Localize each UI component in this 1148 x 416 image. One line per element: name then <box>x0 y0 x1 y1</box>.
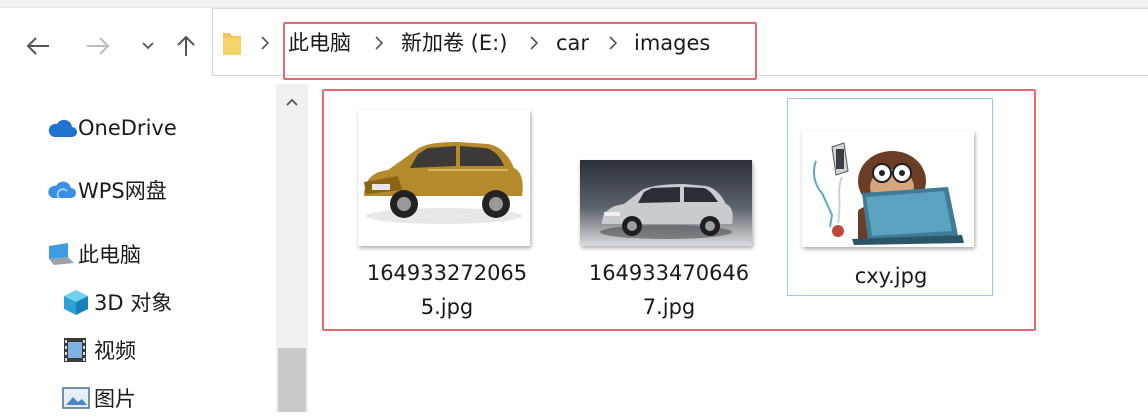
chevron-right-icon[interactable] <box>607 28 619 58</box>
sidebar-item-wps-cloud[interactable]: WPS网盘 <box>46 172 167 208</box>
sidebar-item-pictures[interactable]: 图片 <box>62 380 136 416</box>
arrow-right-icon <box>87 37 110 55</box>
computer-icon <box>46 240 78 268</box>
file-name-continued: 7.jpg <box>642 295 696 319</box>
file-name-continued: 5.jpg <box>420 295 474 319</box>
back-button[interactable] <box>22 30 54 62</box>
sidebar-item-videos[interactable]: 视频 <box>62 332 136 368</box>
sidebar-item-label: 3D 对象 <box>94 291 173 315</box>
breadcrumb-car[interactable]: car <box>556 28 589 58</box>
file-item-selected[interactable]: cxy.jpg <box>787 98 993 296</box>
chevron-up-icon <box>286 98 298 106</box>
chevron-right-icon[interactable] <box>259 28 271 58</box>
file-name: cxy.jpg <box>854 264 928 288</box>
folder-icon <box>223 33 241 55</box>
chevron-right-icon[interactable] <box>528 28 540 58</box>
arrow-left-icon <box>26 37 49 55</box>
sidebar-item-label: 视频 <box>94 339 136 363</box>
gold-suv-thumbnail <box>358 110 530 246</box>
sidebar-item-3d-objects[interactable]: 3D 对象 <box>62 284 172 320</box>
vertical-scrollbar[interactable] <box>276 84 308 412</box>
breadcrumb-images[interactable]: images <box>634 28 710 58</box>
chevron-down-icon <box>142 42 154 50</box>
navigation-pane: OneDrive WPS网盘 此电脑 3D 对象 视频 图片 <box>0 84 276 412</box>
window-top-strip <box>0 0 1148 8</box>
video-icon <box>62 336 94 364</box>
pictures-icon <box>62 384 94 412</box>
sidebar-item-label: 图片 <box>94 387 136 411</box>
file-item[interactable]: 164933470646 7.jpg <box>566 98 772 330</box>
file-name: 164933470646 <box>588 261 750 285</box>
monkey-laptop-thumbnail <box>802 131 974 247</box>
file-name: 164933272065 <box>366 261 528 285</box>
file-item[interactable]: 164933272065 5.jpg <box>344 98 550 330</box>
forward-button[interactable] <box>82 30 114 62</box>
sidebar-item-label: 此电脑 <box>78 243 141 267</box>
scroll-up-button[interactable] <box>276 90 308 114</box>
breadcrumb-this-pc[interactable]: 此电脑 <box>288 28 351 58</box>
cloud-icon <box>46 114 78 142</box>
sidebar-item-label: OneDrive <box>78 116 177 140</box>
scroll-thumb[interactable] <box>278 348 306 412</box>
sidebar-item-label: WPS网盘 <box>78 179 167 203</box>
silver-suv-thumbnail <box>580 160 752 246</box>
sidebar-item-onedrive[interactable]: OneDrive <box>46 110 177 146</box>
arrow-up-icon <box>177 35 195 56</box>
3d-objects-icon <box>62 288 94 316</box>
recent-locations-button[interactable] <box>136 30 160 62</box>
sidebar-item-this-pc[interactable]: 此电脑 <box>46 236 141 272</box>
breadcrumb-drive-e[interactable]: 新加卷 (E:) <box>401 28 507 58</box>
up-button[interactable] <box>172 30 200 62</box>
chevron-right-icon[interactable] <box>373 28 385 58</box>
wps-cloud-icon <box>46 176 78 204</box>
